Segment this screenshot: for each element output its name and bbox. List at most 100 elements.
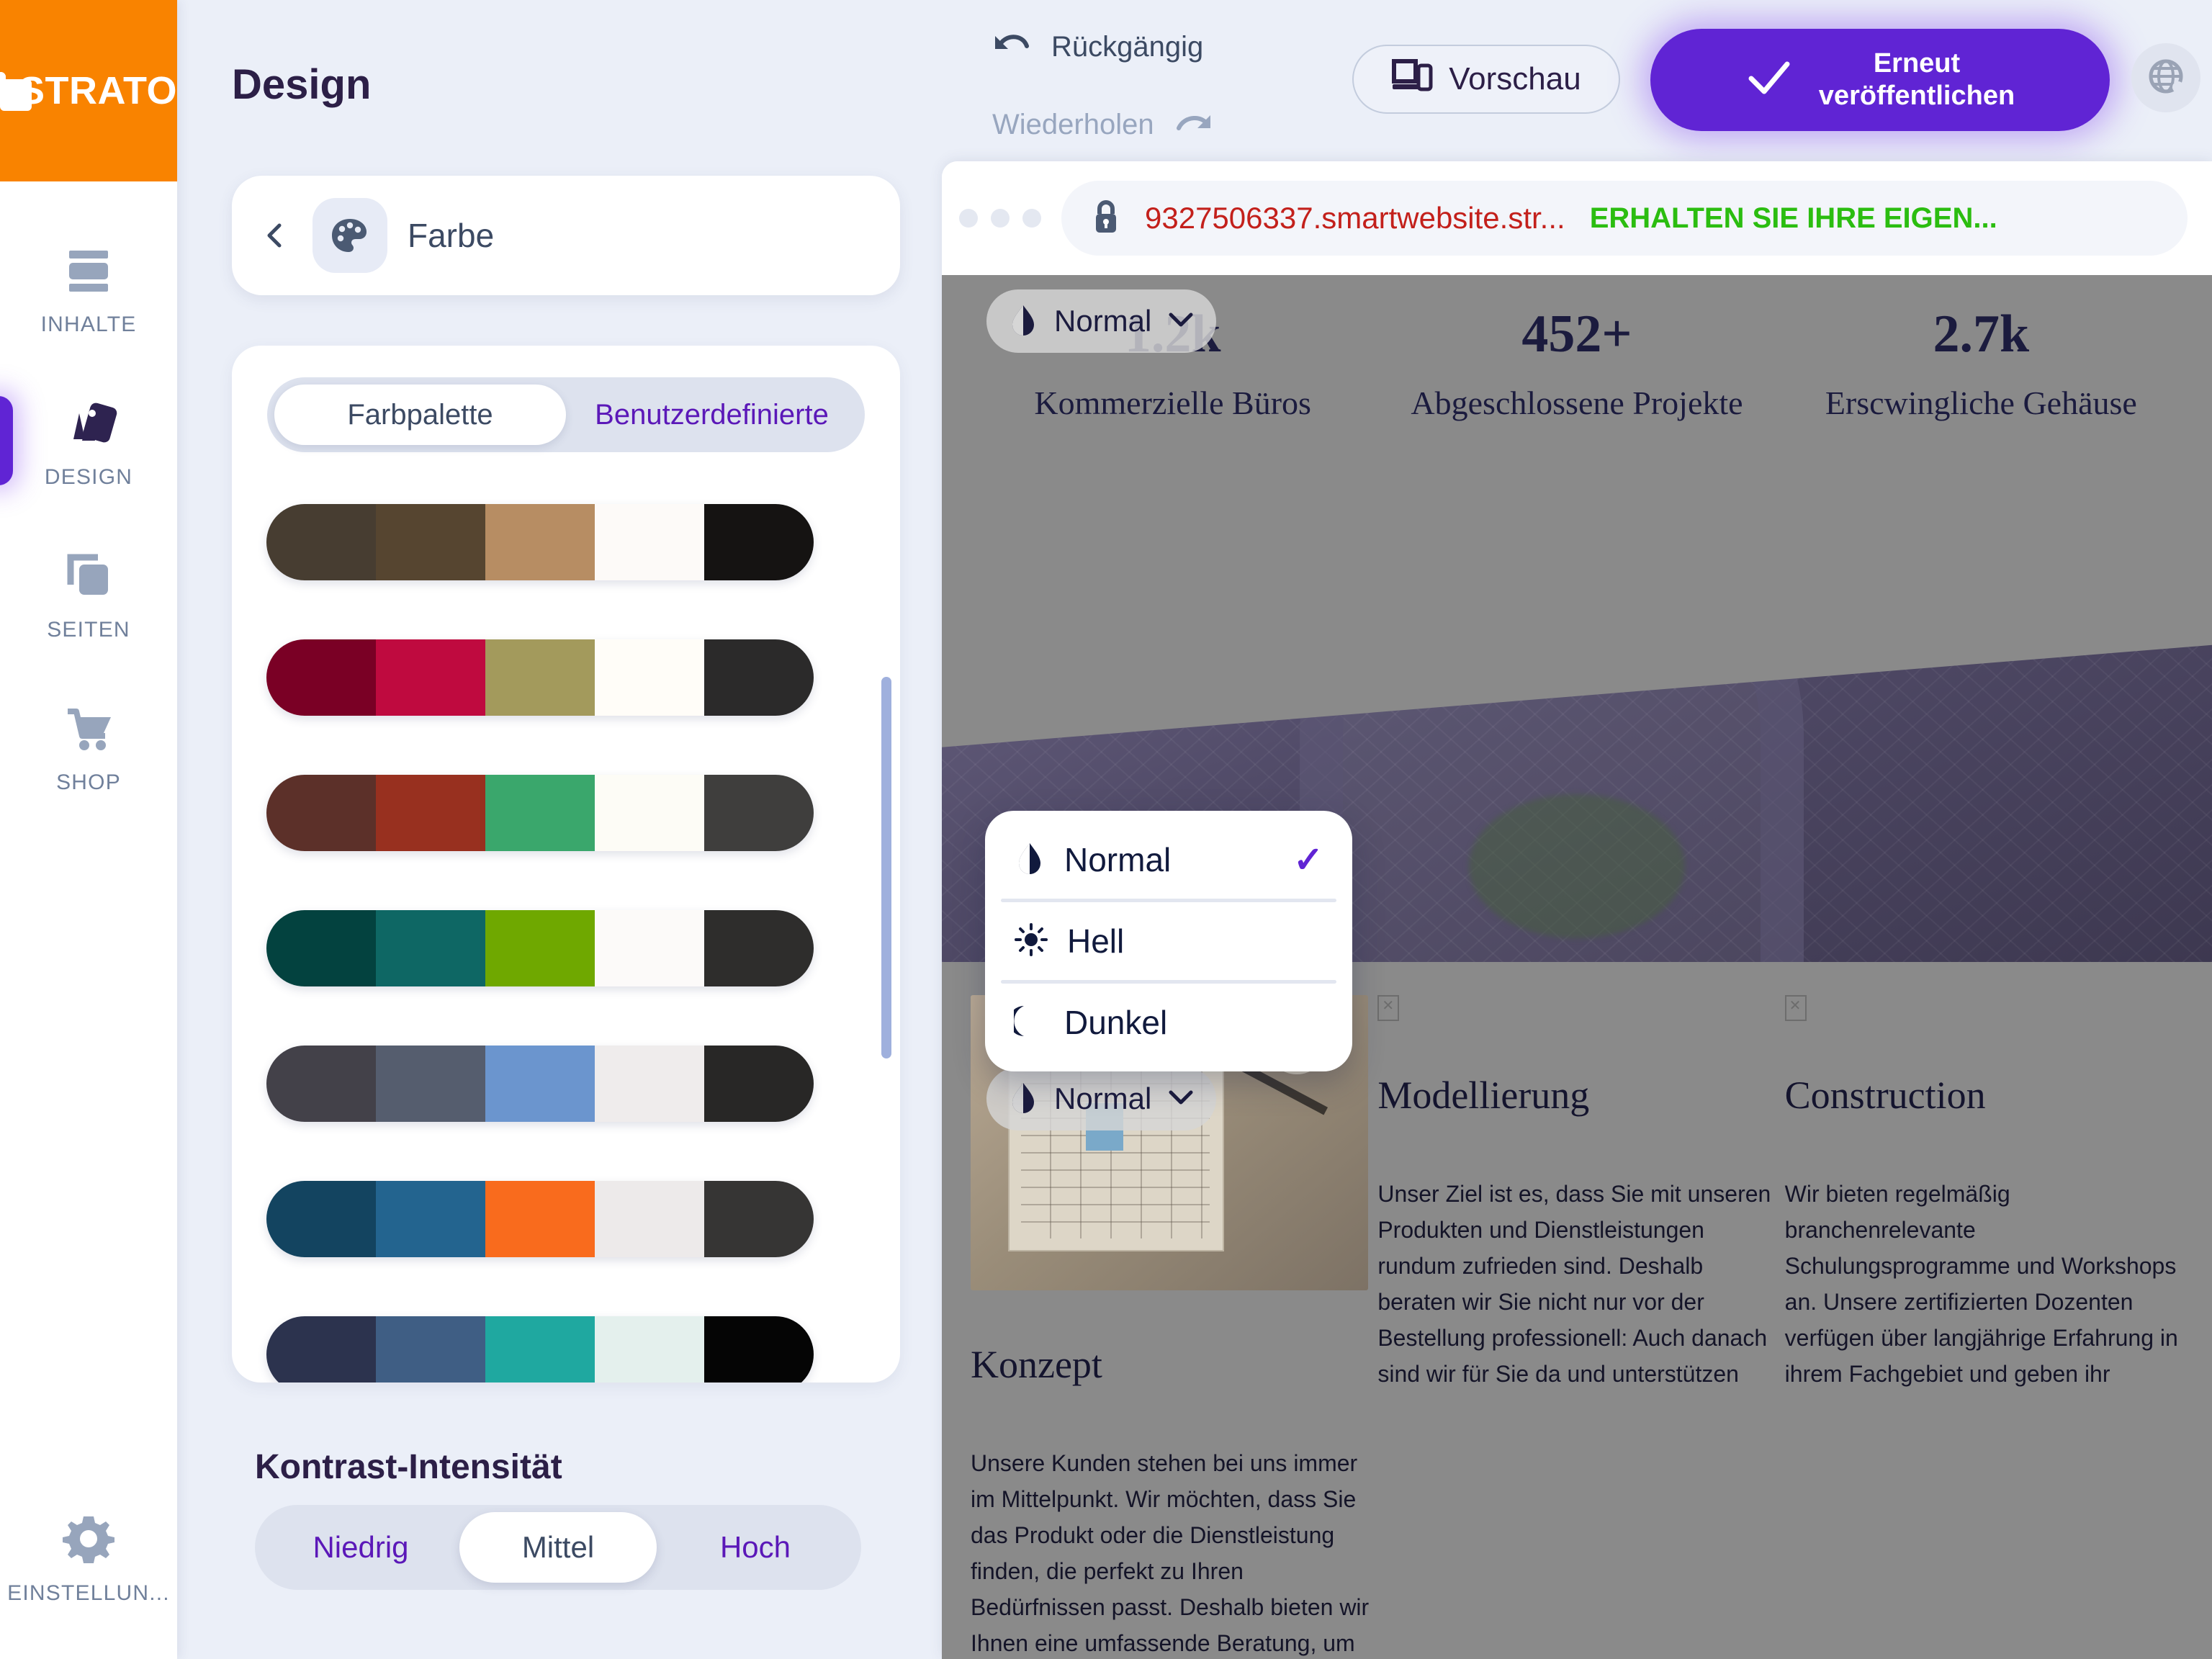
palette-swatch[interactable] — [376, 1181, 485, 1257]
palette-swatch[interactable] — [485, 1316, 595, 1382]
palette-scroll-area[interactable] — [232, 482, 900, 1382]
preview-button[interactable]: Vorschau — [1352, 45, 1620, 114]
undo-button[interactable]: Rückgängig — [992, 19, 1237, 75]
gear-icon — [58, 1508, 120, 1570]
tab-farbpalette[interactable]: Farbpalette — [274, 385, 566, 445]
palette-swatch[interactable] — [485, 1046, 595, 1122]
sun-icon — [1014, 922, 1048, 961]
palette-swatch[interactable] — [485, 504, 595, 580]
undo-arrow-icon — [992, 29, 1033, 66]
palette-swatch[interactable] — [485, 775, 595, 851]
palette-swatch[interactable] — [485, 1181, 595, 1257]
palette-row[interactable] — [266, 1181, 814, 1257]
palette-swatch[interactable] — [485, 910, 595, 986]
kontrast-title: Kontrast-Intensität — [255, 1448, 562, 1486]
palette-row[interactable] — [266, 639, 814, 716]
palette-swatch[interactable] — [266, 775, 376, 851]
sidebar-item-shop[interactable]: SHOP — [0, 670, 177, 822]
sidebar-item-seiten[interactable]: SEITEN — [0, 517, 177, 670]
palette-row[interactable] — [266, 1316, 814, 1382]
palette-swatch[interactable] — [704, 504, 814, 580]
design-panel: Design Farbe Farbpalette Benutzerdefinie… — [177, 0, 942, 1659]
palette-swatch[interactable] — [266, 504, 376, 580]
chevron-left-icon[interactable] — [258, 218, 292, 253]
sidebar-item-inhalte[interactable]: INHALTE — [0, 212, 177, 364]
palette-swatch[interactable] — [595, 910, 704, 986]
palette-swatch[interactable] — [595, 639, 704, 716]
stat-item: 452+ Abgeschlossene Projekte — [1375, 304, 1779, 424]
publish-line1: Erneut — [1873, 48, 1961, 79]
window-dots — [959, 209, 1041, 228]
blend-mode-dropdown: Normal ✓ Hell Dunkel — [985, 811, 1352, 1071]
brand-name: STRATO — [18, 69, 177, 112]
palette-swatch[interactable] — [704, 775, 814, 851]
feature-column: Modellierung Unser Ziel ist es, dass Sie… — [1377, 995, 1776, 1659]
window-dot — [959, 209, 978, 228]
column-body: Wir bieten regelmäßig branchenrelevante … — [1784, 1181, 2178, 1387]
stat-value: 2.7k — [1933, 305, 2030, 364]
menu-item-dunkel[interactable]: Dunkel — [985, 984, 1352, 1061]
menu-item-hell[interactable]: Hell — [985, 902, 1352, 980]
palette-icon — [313, 198, 387, 273]
pages-icon — [58, 544, 120, 606]
palette-swatch[interactable] — [595, 1316, 704, 1382]
palette-swatch[interactable] — [266, 910, 376, 986]
palette-row[interactable] — [266, 504, 814, 580]
palette-swatch[interactable] — [376, 1046, 485, 1122]
design-swatches-icon — [58, 392, 120, 454]
contrast-icon — [1014, 840, 1046, 880]
palette-swatch[interactable] — [595, 1046, 704, 1122]
preview-label: Vorschau — [1449, 61, 1581, 96]
palette-swatch[interactable] — [704, 910, 814, 986]
kontrast-option-hoch[interactable]: Hoch — [657, 1512, 854, 1583]
url-field[interactable]: 9327506337.smartwebsite.str... ERHALTEN … — [1061, 181, 2188, 256]
publish-line2: veröffentlichen — [1818, 81, 2015, 111]
palette-swatch[interactable] — [266, 1046, 376, 1122]
blend-mode-chip-top[interactable]: Normal — [986, 289, 1217, 353]
palette-list — [232, 482, 900, 1382]
palette-swatch[interactable] — [376, 1316, 485, 1382]
palette-swatch[interactable] — [376, 639, 485, 716]
undo-label: Rückgängig — [1051, 30, 1204, 63]
palette-swatch[interactable] — [704, 639, 814, 716]
menu-item-normal[interactable]: Normal ✓ — [985, 821, 1352, 899]
redo-label: Wiederholen — [992, 108, 1154, 140]
window-dot — [1022, 209, 1041, 228]
page-title: Design — [232, 61, 372, 108]
palette-scrollbar[interactable] — [881, 677, 891, 1058]
check-icon — [1745, 57, 1793, 104]
kontrast-option-mittel[interactable]: Mittel — [459, 1512, 657, 1583]
sidebar-item-label: SHOP — [56, 770, 121, 794]
palette-swatch[interactable] — [595, 504, 704, 580]
palette-swatch[interactable] — [266, 1181, 376, 1257]
palette-swatch[interactable] — [595, 775, 704, 851]
content-layout-icon — [58, 239, 120, 301]
palette-swatch[interactable] — [376, 910, 485, 986]
tab-benutzerdefinierte[interactable]: Benutzerdefinierte — [566, 385, 858, 445]
palette-swatch[interactable] — [266, 1316, 376, 1382]
palette-swatch[interactable] — [704, 1046, 814, 1122]
farbe-section-header: Farbe — [232, 176, 900, 295]
palette-swatch[interactable] — [376, 504, 485, 580]
palette-row[interactable] — [266, 1046, 814, 1122]
sidebar-item-einstellungen[interactable]: EINSTELLUN... — [0, 1480, 177, 1633]
sidebar-item-design[interactable]: DESIGN — [0, 364, 177, 517]
blend-mode-chip-mid[interactable]: Normal — [986, 1067, 1217, 1130]
stat-label: Abgeschlossene Projekte — [1411, 385, 1743, 421]
language-button[interactable] — [2131, 43, 2200, 112]
palette-swatch[interactable] — [485, 639, 595, 716]
palette-swatch[interactable] — [266, 639, 376, 716]
contrast-icon — [1008, 302, 1038, 341]
kontrast-option-niedrig[interactable]: Niedrig — [262, 1512, 459, 1583]
column-title: Konzept — [971, 1343, 1102, 1386]
publish-button[interactable]: Erneut veröffentlichen — [1650, 29, 2110, 131]
redo-button[interactable]: Wiederholen — [992, 96, 1237, 153]
palette-row[interactable] — [266, 910, 814, 986]
blend-mode-label: Normal — [1054, 304, 1152, 338]
palette-swatch[interactable] — [595, 1181, 704, 1257]
devices-icon — [1391, 57, 1433, 102]
palette-swatch[interactable] — [704, 1316, 814, 1382]
palette-swatch[interactable] — [376, 775, 485, 851]
palette-swatch[interactable] — [704, 1181, 814, 1257]
palette-row[interactable] — [266, 775, 814, 851]
